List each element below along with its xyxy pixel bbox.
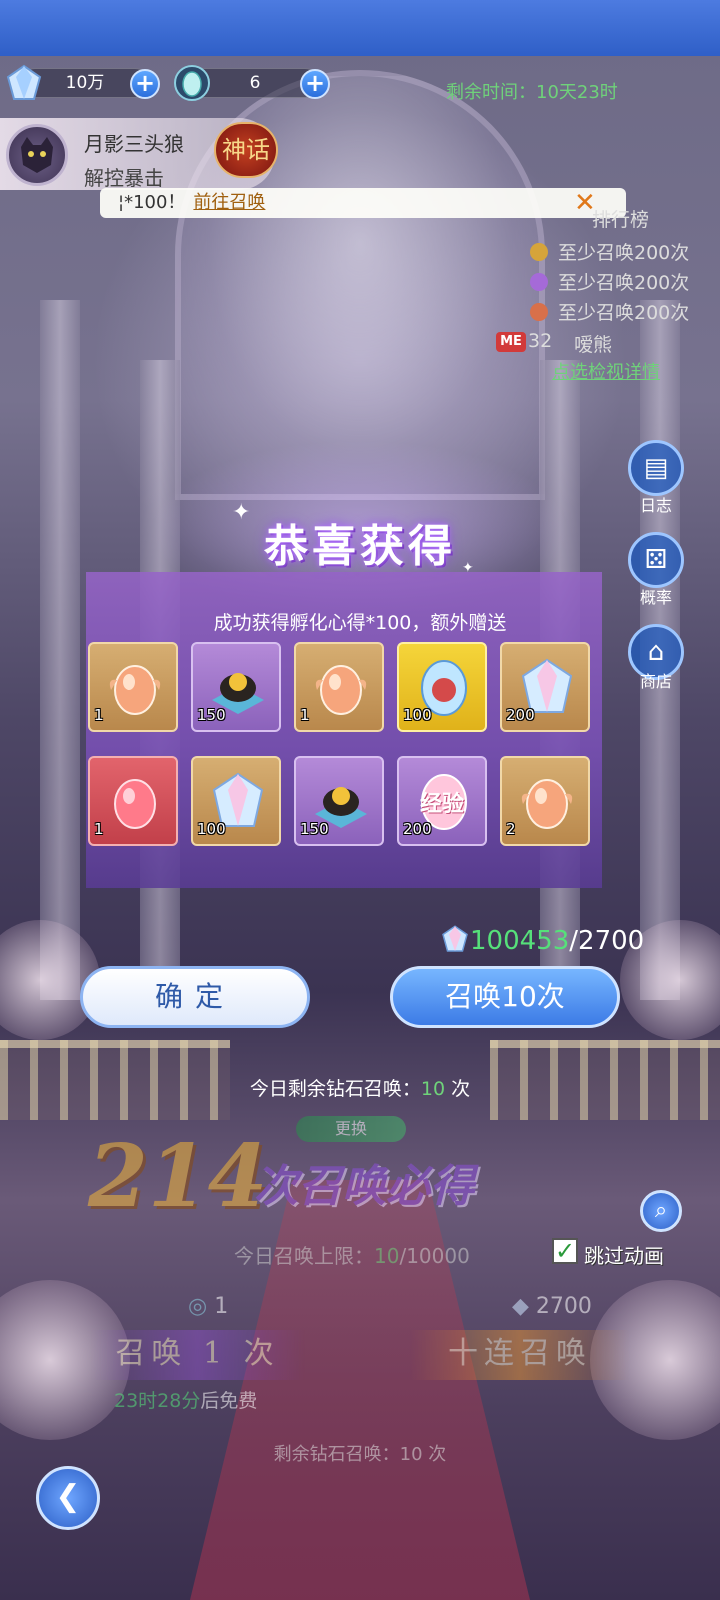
leaderboard-title[interactable]: 排行榜 bbox=[592, 205, 649, 232]
me-badge: ME bbox=[496, 332, 526, 352]
reward-item[interactable]: 经验 200 bbox=[397, 756, 487, 846]
rank-row-label: 至少召唤200次 bbox=[558, 302, 690, 324]
remaining-suffix: 次 bbox=[422, 1444, 447, 1465]
guarantee-count: 214 bbox=[88, 1126, 268, 1227]
search-icon: ⌕ bbox=[654, 1198, 668, 1223]
my-rank: 32 bbox=[528, 330, 553, 352]
diamond-value: 10万 bbox=[65, 73, 105, 93]
gold-medal-icon bbox=[530, 243, 548, 261]
reward-item[interactable]: 1 bbox=[294, 642, 384, 732]
summon-10x-button[interactable]: 十连召唤 bbox=[410, 1330, 630, 1380]
reward-item-qty: 2 bbox=[506, 820, 516, 838]
today-remaining-count: 10 bbox=[420, 1078, 446, 1100]
summon-cost: 100453/2700 bbox=[440, 924, 644, 956]
reward-item-qty: 1 bbox=[94, 820, 104, 838]
daily-limit-prefix: 今日召唤上限： bbox=[234, 1244, 374, 1268]
top-status-bar bbox=[0, 0, 720, 56]
view-details-link[interactable]: 点选检视详情 bbox=[552, 358, 660, 384]
go-summon-link[interactable]: 前往召唤 bbox=[193, 192, 265, 213]
reward-item[interactable]: 150 bbox=[191, 642, 281, 732]
daily-limit-used: 10 bbox=[374, 1244, 400, 1268]
pillar bbox=[40, 300, 80, 1000]
rarity-badge: 神话 bbox=[214, 122, 278, 178]
rank-row-1: 至少召唤200次 bbox=[530, 238, 689, 265]
my-name: 嗳熊 bbox=[574, 334, 613, 356]
purple-medal-icon bbox=[530, 273, 548, 291]
reward-item[interactable]: 2 bbox=[500, 756, 590, 846]
reward-item-qty: 200 bbox=[403, 820, 432, 838]
shop-label: 商店 bbox=[639, 672, 672, 691]
notice-bar: ¦*100！ 前往召唤 bbox=[100, 188, 626, 218]
modal-title: 恭喜获得 bbox=[264, 521, 456, 572]
bronze-medal-icon bbox=[530, 303, 548, 321]
pet-avatar bbox=[6, 124, 68, 186]
rank-row-2: 至少召唤200次 bbox=[530, 268, 689, 295]
summon-10-button[interactable]: 召唤10次 bbox=[390, 966, 620, 1028]
add-eggs-button[interactable]: + bbox=[300, 69, 330, 99]
skip-animation-checkbox[interactable]: ✓ bbox=[552, 1238, 578, 1264]
search-button[interactable]: ⌕ bbox=[640, 1190, 682, 1232]
reward-item-qty: 1 bbox=[94, 706, 104, 724]
reward-item[interactable]: 150 bbox=[294, 756, 384, 846]
back-button[interactable]: ❮ bbox=[36, 1466, 100, 1530]
guarantee-text: 次召唤必得 bbox=[254, 1161, 474, 1212]
event-time-left: 剩余时间：10天23时 bbox=[446, 82, 618, 103]
diamonds-owned: 100453 bbox=[470, 926, 570, 956]
notice-text: ¦*100！ bbox=[118, 192, 186, 213]
reward-item[interactable]: 100 bbox=[191, 756, 281, 846]
shop-icon: ⌂ bbox=[647, 637, 665, 667]
skip-animation-label: 跳过动画 bbox=[584, 1244, 664, 1268]
add-diamonds-button[interactable]: + bbox=[130, 69, 160, 99]
daily-limit-total: /10000 bbox=[399, 1244, 470, 1268]
reward-item-qty: 100 bbox=[403, 706, 432, 724]
log-button[interactable]: ▤ bbox=[628, 440, 684, 496]
reward-item-qty: 150 bbox=[197, 706, 226, 724]
pet-name: 月影三头狼 bbox=[84, 132, 184, 156]
today-remaining-prefix: 今日剩余钻石召唤： bbox=[249, 1078, 421, 1100]
remaining-prefix: 剩余钻石召唤： bbox=[273, 1444, 400, 1465]
egg-value: 6 bbox=[249, 73, 261, 93]
egg-icon bbox=[172, 63, 212, 103]
rank-row-label: 至少召唤200次 bbox=[558, 242, 690, 264]
diamond-icon bbox=[442, 925, 468, 952]
reward-item-qty: 150 bbox=[300, 820, 329, 838]
remaining-count: 10 bbox=[399, 1444, 423, 1465]
reward-item-label: 经验 bbox=[419, 792, 464, 817]
remaining-summons: 剩余钻石召唤：10 次 bbox=[0, 1440, 720, 1466]
diamond-icon: ◆ bbox=[512, 1294, 529, 1319]
egg-icon: ◎ bbox=[188, 1294, 208, 1319]
free-timer: 23时28分后免费 bbox=[114, 1386, 257, 1413]
free-timer-suffix: 后免费 bbox=[200, 1390, 258, 1412]
modal-subtitle: 成功获得孵化心得*100，额外赠送 bbox=[213, 612, 507, 634]
back-arrow-icon: ❮ bbox=[55, 1479, 81, 1514]
single-cost-value: 1 bbox=[214, 1294, 229, 1319]
rank-row-label: 至少召唤200次 bbox=[558, 272, 690, 294]
reward-item[interactable]: 1 bbox=[88, 756, 178, 846]
single-summon-cost: ◎ 1 bbox=[188, 1294, 228, 1319]
swap-button[interactable]: 更换 bbox=[296, 1116, 406, 1142]
rank-row-3: 至少召唤200次 bbox=[530, 298, 689, 325]
daily-limit: 今日召唤上限：10/10000 bbox=[234, 1240, 470, 1269]
log-icon: ▤ bbox=[643, 453, 669, 483]
summon-1-button[interactable]: 召唤 1 次 bbox=[90, 1330, 305, 1380]
today-remaining-suffix: 次 bbox=[445, 1078, 471, 1100]
confirm-button[interactable]: 确定 bbox=[80, 966, 310, 1028]
diamonds-required: /2700 bbox=[569, 926, 645, 956]
reward-item[interactable]: 100 bbox=[397, 642, 487, 732]
reward-item[interactable]: 200 bbox=[500, 642, 590, 732]
ten-cost-value: 2700 bbox=[535, 1294, 592, 1319]
pet-skill: 解控暴击 bbox=[84, 166, 164, 190]
reward-item[interactable]: 1 bbox=[88, 642, 178, 732]
reward-item-qty: 1 bbox=[300, 706, 310, 724]
ten-summon-cost: ◆ 2700 bbox=[512, 1294, 592, 1319]
diamond-icon bbox=[4, 63, 44, 103]
today-remaining: 今日剩余钻石召唤：10 次 bbox=[0, 1074, 720, 1101]
reward-item-qty: 100 bbox=[197, 820, 226, 838]
free-timer-time: 23时28分 bbox=[114, 1390, 201, 1412]
probability-label: 概率 bbox=[639, 588, 672, 607]
reward-item-qty: 200 bbox=[506, 706, 535, 724]
